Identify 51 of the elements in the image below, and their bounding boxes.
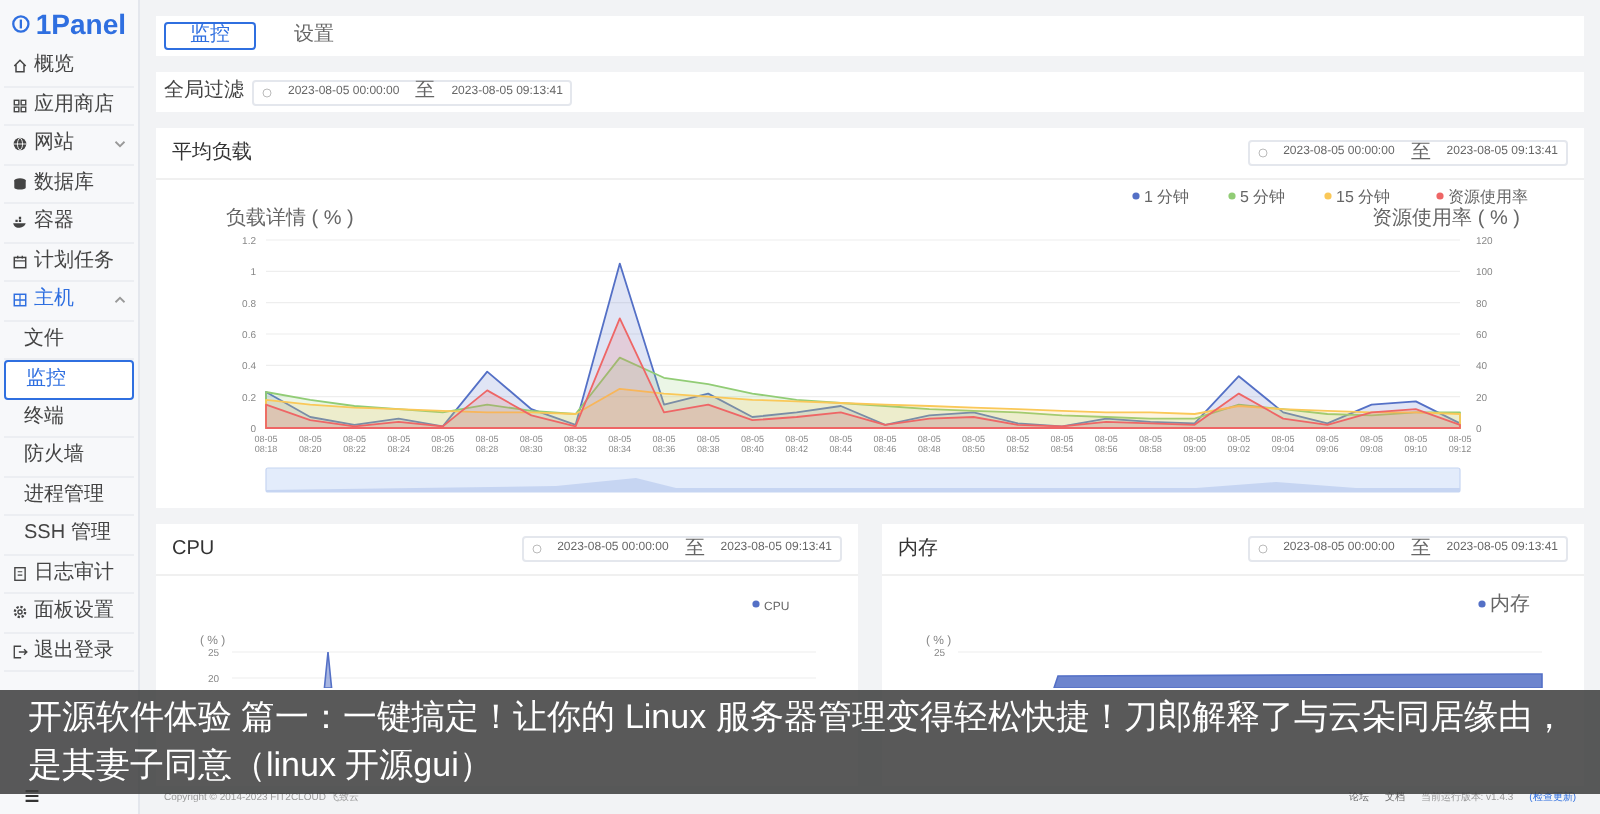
container-icon xyxy=(12,214,28,231)
legend-label: 内存 xyxy=(1490,594,1530,616)
tab[interactable]: 设置 xyxy=(268,22,360,50)
sidebar-item[interactable]: 数据库 xyxy=(4,165,134,204)
clock-icon xyxy=(531,544,542,554)
caret-icon xyxy=(114,294,126,307)
clock-icon xyxy=(262,87,272,97)
legend-dot xyxy=(752,600,760,608)
caret-icon xyxy=(114,138,126,151)
clock-icon xyxy=(1257,544,1268,554)
panel-title: 平均负载 xyxy=(172,143,252,163)
sidebar-item[interactable]: 概览 xyxy=(4,48,134,87)
globe-icon xyxy=(12,136,28,153)
legend-dot xyxy=(1478,600,1486,608)
sidebar-item[interactable]: 计划任务 xyxy=(4,243,134,282)
logout-icon xyxy=(12,643,28,660)
database-icon xyxy=(12,175,28,192)
cpu-graph-drawing xyxy=(323,651,333,688)
y-axis-label: 资源使用率 ( % ) xyxy=(1372,208,1520,230)
filter-label: 全局过滤 xyxy=(164,82,244,102)
logo-icon xyxy=(12,12,30,36)
document-icon xyxy=(12,565,28,582)
panel-title: CPU xyxy=(172,539,215,559)
panel-title: 内存 xyxy=(898,539,938,559)
house-icon xyxy=(12,58,28,75)
sidebar-subitem[interactable]: 进程管理 xyxy=(4,477,134,516)
sidebar-item[interactable]: 主机 xyxy=(4,282,134,321)
sidebar-subitem[interactable]: SSH 管理 xyxy=(4,516,134,555)
settings-icon xyxy=(12,604,28,621)
legend-label: 15 分钟 xyxy=(1336,188,1391,206)
y-axis-label: 负载详情 ( % ) xyxy=(226,208,354,230)
sidebar-subitem[interactable]: 监控 xyxy=(4,360,134,399)
legend-label: 5 分钟 xyxy=(1240,188,1286,206)
caption-text: 开源软件体验 篇一：一键搞定！让你的 Linux 服务器管理变得轻松快捷！刀郎解释了与云朵同居缘由，是其妻子同意（linux 开源gui） xyxy=(28,696,1568,788)
sidebar-subitem[interactable]: 终端 xyxy=(4,399,134,438)
sidebar-item[interactable]: 应用商店 xyxy=(4,87,134,126)
sidebar-item[interactable]: 退出登录 xyxy=(4,633,134,672)
sidebar-item[interactable]: 面板设置 xyxy=(4,594,134,633)
host-icon xyxy=(12,292,28,309)
sidebar-item[interactable]: 日志审计 xyxy=(4,555,134,594)
sidebar-item[interactable]: 网站 xyxy=(4,126,134,165)
range-slider[interactable] xyxy=(265,467,1461,493)
sidebar-subitem[interactable]: 防火墙 xyxy=(4,438,134,477)
grid-icon xyxy=(12,97,28,114)
clock-icon xyxy=(1257,148,1268,158)
logo-text: 1Panel xyxy=(35,10,126,38)
tab[interactable]: 监控 xyxy=(164,22,256,50)
legend-label: 资源使用率 xyxy=(1448,188,1528,206)
sidebar-item[interactable]: 容器 xyxy=(4,204,134,243)
calendar-icon xyxy=(12,253,28,270)
legend-label: 1 分钟 xyxy=(1144,188,1190,206)
